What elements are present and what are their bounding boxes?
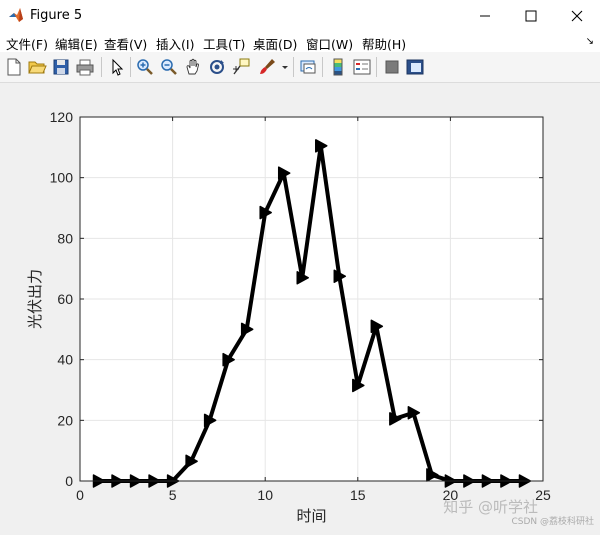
window-title: Figure 5 (30, 8, 82, 23)
close-button[interactable] (554, 0, 600, 32)
zoom-in-icon[interactable] (135, 57, 155, 77)
zoom-out-icon[interactable] (159, 57, 179, 77)
menu-tools[interactable]: 工具(T) (203, 34, 245, 53)
x-tick-label: 15 (350, 487, 366, 503)
menu-help[interactable]: 帮助(H) (362, 34, 406, 53)
toolbar-separator (376, 57, 377, 77)
data-cursor-icon[interactable] (231, 57, 251, 77)
pan-icon[interactable] (183, 57, 203, 77)
toolbar-separator (101, 57, 102, 77)
y-tick-label: 40 (57, 352, 73, 368)
toolbar-separator (293, 57, 294, 77)
toolbar (0, 52, 600, 83)
x-tick-label: 10 (257, 487, 273, 503)
print-icon[interactable] (75, 57, 95, 77)
link-icon[interactable] (298, 57, 318, 77)
y-tick-label: 60 (57, 291, 73, 307)
brush-dropdown-arrow-icon[interactable] (279, 57, 291, 77)
menu-insert[interactable]: 插入(I) (156, 34, 194, 53)
y-tick-label: 80 (57, 230, 73, 246)
colorbar-icon[interactable] (328, 57, 348, 77)
x-tick-label: 5 (169, 487, 177, 503)
menu-view[interactable]: 查看(V) (104, 34, 147, 53)
hide-plot-tools-icon[interactable] (382, 57, 402, 77)
matlab-logo-icon (8, 7, 24, 23)
toolbar-separator (322, 57, 323, 77)
menu-edit[interactable]: 编辑(E) (55, 34, 98, 53)
y-tick-label: 0 (65, 473, 73, 489)
pointer-icon[interactable] (107, 57, 127, 77)
rotate-icon[interactable] (207, 57, 227, 77)
menu-bar: 文件(F) 编辑(E) 查看(V) 插入(I) 工具(T) 桌面(D) 窗口(W… (0, 32, 600, 52)
menu-desktop[interactable]: 桌面(D) (253, 34, 297, 53)
y-tick-labels: 0 20 40 60 80 100 120 (50, 109, 74, 489)
brush-icon[interactable] (257, 57, 277, 77)
line-chart: 0510152025 020406080100120 时间 光伏出力 (0, 83, 600, 531)
figure-canvas[interactable]: 0510152025 020406080100120 时间 光伏出力 (0, 83, 600, 531)
new-figure-icon[interactable] (4, 57, 24, 77)
maximize-button[interactable] (508, 0, 554, 32)
x-axis-label: 时间 (296, 507, 326, 525)
legend-icon[interactable] (352, 57, 372, 77)
y-tick-label: 20 (57, 412, 73, 428)
open-file-icon[interactable] (27, 57, 47, 77)
watermark-csdn: CSDN @荔枝科研社 (511, 514, 594, 527)
y-tick-label: 120 (50, 109, 74, 125)
x-tick-label: 0 (76, 487, 84, 503)
dock-arrow-icon[interactable]: ↘ (586, 36, 594, 47)
save-icon[interactable] (51, 57, 71, 77)
minimize-button[interactable] (462, 0, 508, 32)
menu-file[interactable]: 文件(F) (6, 34, 48, 53)
y-axis-label: 光伏出力 (26, 269, 44, 329)
title-bar: Figure 5 (0, 0, 600, 32)
toolbar-separator (130, 57, 131, 77)
y-tick-label: 100 (50, 170, 74, 186)
show-plot-tools-icon[interactable] (405, 57, 425, 77)
menu-window[interactable]: 窗口(W) (306, 34, 353, 53)
